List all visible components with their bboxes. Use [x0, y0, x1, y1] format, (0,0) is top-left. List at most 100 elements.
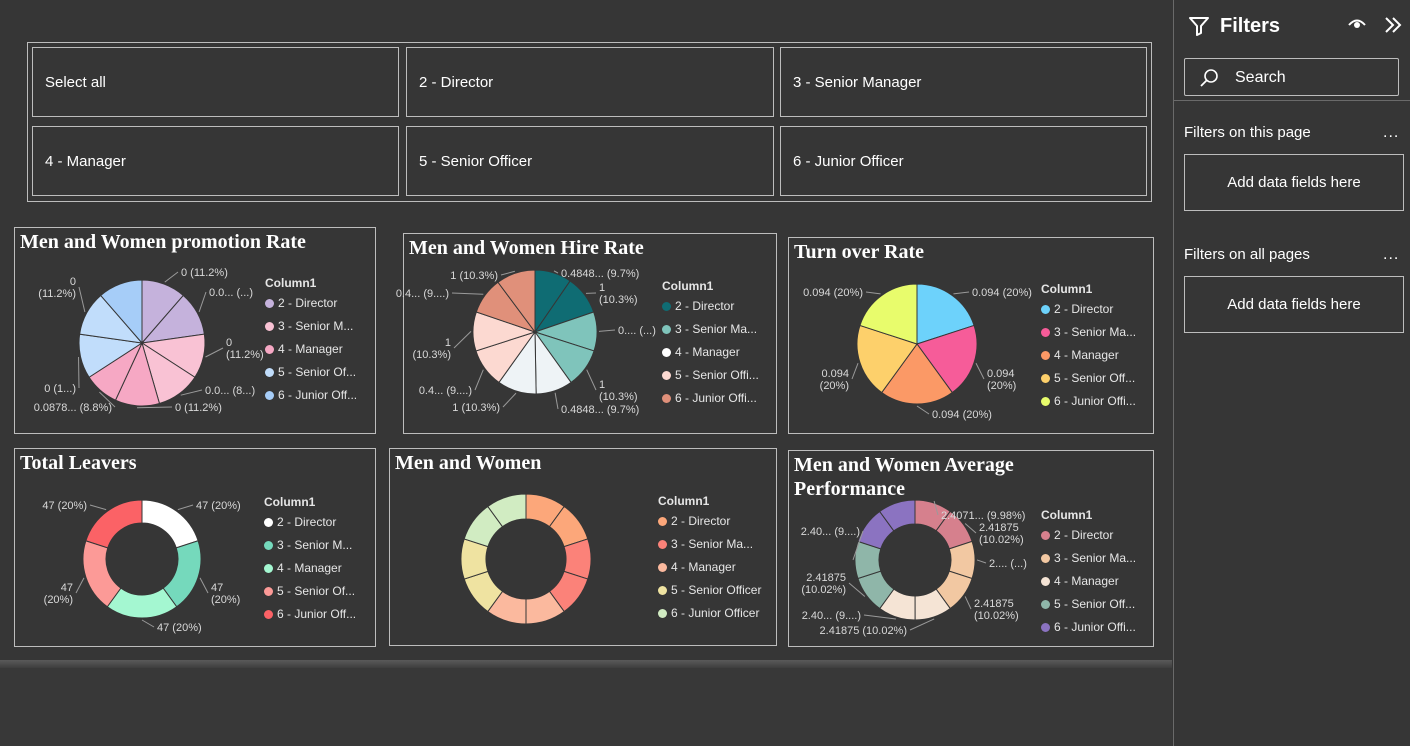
- legend-item[interactable]: 2 - Director: [658, 514, 761, 537]
- label-leader-line: [598, 329, 616, 332]
- legend-item[interactable]: 6 - Junior Off...: [265, 388, 357, 411]
- legend-label: 6 - Junior Officer: [671, 606, 760, 620]
- legend-item[interactable]: 5 - Senior Offi...: [662, 368, 759, 391]
- slicer-item-senior-officer[interactable]: 5 - Senior Officer: [406, 126, 774, 196]
- legend-marker: [1041, 554, 1050, 563]
- label-leader-line: [916, 405, 930, 415]
- slicer-item-director[interactable]: 2 - Director: [406, 47, 774, 117]
- legend-item[interactable]: 6 - Junior Off...: [264, 607, 356, 630]
- legend-label: 2 - Director: [278, 296, 338, 310]
- legend-item[interactable]: 3 - Senior Ma...: [662, 322, 759, 345]
- report-canvas: Select all 2 - Director 3 - Senior Manag…: [0, 0, 1172, 746]
- drop-zone-label: Add data fields here: [1227, 296, 1361, 313]
- legend-marker: [1041, 577, 1050, 586]
- legend-item[interactable]: 2 - Director: [1041, 302, 1136, 325]
- men-and-women-chart[interactable]: Men and Women Column1 2 - Director 3 - Seni…: [389, 448, 777, 646]
- legend-marker: [1041, 351, 1050, 360]
- search-icon: [1200, 69, 1218, 87]
- total-leavers-chart[interactable]: Total Leavers 47 (20%) 47 (20%) 47 (20%) 47 (2…: [14, 448, 376, 647]
- legend-item[interactable]: 3 - Senior M...: [264, 538, 356, 561]
- slicer-item-select-all[interactable]: Select all: [32, 47, 399, 117]
- legend-item[interactable]: 2 - Director: [265, 296, 357, 319]
- legend-item[interactable]: 3 - Senior Ma...: [1041, 551, 1136, 574]
- all-pages-more-button[interactable]: ...: [1383, 246, 1399, 264]
- chart-legend: Column1 2 - Director 3 - Senior Ma... 4 - M…: [1041, 508, 1136, 643]
- filter-funnel-icon: [1189, 17, 1209, 36]
- legend-marker: [658, 540, 667, 549]
- data-label: 1 (10.3%): [450, 270, 498, 282]
- hire-rate-chart[interactable]: Men and Women Hire Rate 0.4848... (9.7%) 1…: [396, 233, 777, 434]
- this-page-drop-zone[interactable]: Add data fields here: [1184, 154, 1404, 211]
- slicer-item-senior-manager[interactable]: 3 - Senior Manager: [780, 47, 1147, 117]
- drop-zone-label: Add data fields here: [1227, 174, 1361, 191]
- data-label: 0.094 (20%): [932, 409, 992, 421]
- chart-legend: Column1 2 - Director 3 - Senior Ma... 4 - M…: [658, 494, 761, 629]
- legend-item[interactable]: 3 - Senior Ma...: [1041, 325, 1136, 348]
- data-label: 0.4848... (9.7%): [561, 268, 639, 280]
- eye-icon[interactable]: [1348, 17, 1366, 31]
- legend-marker: [662, 371, 671, 380]
- slicer-item-junior-officer[interactable]: 6 - Junior Officer: [780, 126, 1147, 196]
- data-label: 2.40... (9....): [802, 610, 861, 622]
- label-leader-line: [909, 618, 935, 631]
- legend-marker: [264, 564, 273, 573]
- legend-item[interactable]: 5 - Senior Of...: [264, 584, 356, 607]
- legend-item[interactable]: 6 - Junior Offi...: [662, 391, 759, 414]
- slicer-item-label: 6 - Junior Officer: [793, 152, 904, 170]
- legend-label: 6 - Junior Offi...: [1054, 394, 1136, 408]
- legend-item[interactable]: 5 - Senior Of...: [265, 365, 357, 388]
- legend-item[interactable]: 4 - Manager: [658, 560, 761, 583]
- legend-item[interactable]: 4 - Manager: [265, 342, 357, 365]
- legend-item[interactable]: 4 - Manager: [264, 561, 356, 584]
- legend-item[interactable]: 5 - Senior Off...: [1041, 371, 1136, 394]
- legend-item[interactable]: 4 - Manager: [662, 345, 759, 368]
- legend-label: 5 - Senior Offi...: [675, 368, 759, 382]
- label-leader-line: [474, 369, 484, 391]
- all-pages-drop-zone[interactable]: Add data fields here: [1184, 276, 1404, 333]
- data-label: (11.2%): [226, 349, 264, 361]
- label-leader-line: [137, 406, 173, 409]
- legend-item[interactable]: 6 - Junior Offi...: [1041, 394, 1136, 417]
- legend-item[interactable]: 5 - Senior Off...: [1041, 597, 1136, 620]
- data-label: 0 (1...): [44, 383, 76, 395]
- data-label: 0.094: [987, 368, 1015, 380]
- data-label: 2.41875: [979, 522, 1019, 534]
- legend-marker: [1041, 531, 1050, 540]
- legend-item[interactable]: 3 - Senior Ma...: [658, 537, 761, 560]
- data-label: 0 (11.2%): [175, 402, 222, 414]
- legend-item[interactable]: 2 - Director: [1041, 528, 1136, 551]
- promotion-rate-chart[interactable]: Men and Women promotion Rate 0 (11.2%) 0.0…: [14, 227, 376, 434]
- turnover-rate-chart[interactable]: Turn over Rate 0.094 (20%) 0.094 (20%) 0.094…: [788, 237, 1154, 434]
- chart-slice[interactable]: [141, 499, 199, 549]
- legend-marker: [265, 345, 274, 354]
- legend-marker: [264, 518, 273, 527]
- slicer-item-manager[interactable]: 4 - Manager: [32, 126, 399, 196]
- data-label: 2.41875: [806, 572, 846, 584]
- label-leader-line: [199, 577, 209, 594]
- data-label: 0.0... (8...): [205, 385, 255, 397]
- filters-search-input[interactable]: Search: [1184, 58, 1399, 96]
- legend-item[interactable]: 4 - Manager: [1041, 574, 1136, 597]
- legend-label: 3 - Senior Ma...: [1054, 551, 1137, 565]
- legend-item[interactable]: 3 - Senior M...: [265, 319, 357, 342]
- legend-item[interactable]: 5 - Senior Officer: [658, 583, 761, 606]
- legend-item[interactable]: 2 - Director: [662, 299, 759, 322]
- legend-item[interactable]: 2 - Director: [264, 515, 356, 538]
- legend-item[interactable]: 6 - Junior Officer: [658, 606, 761, 629]
- legend-marker: [662, 302, 671, 311]
- label-leader-line: [964, 596, 972, 610]
- average-performance-chart[interactable]: Men and Women Average Performance 2.4071.…: [788, 450, 1154, 647]
- legend-marker: [265, 299, 274, 308]
- legend-label: 3 - Senior Ma...: [671, 537, 754, 551]
- data-label: 1 (10.3%): [452, 402, 500, 414]
- label-leader-line: [865, 291, 881, 295]
- collapse-pane-icon[interactable]: [1384, 16, 1402, 34]
- this-page-more-button[interactable]: ...: [1383, 124, 1399, 142]
- legend-label: 4 - Manager: [278, 342, 343, 356]
- chart-slice[interactable]: [85, 499, 143, 549]
- legend-item[interactable]: 6 - Junior Offi...: [1041, 620, 1136, 643]
- legend-marker: [658, 563, 667, 572]
- data-label: (10.3%): [412, 349, 451, 361]
- legend-item[interactable]: 4 - Manager: [1041, 348, 1136, 371]
- data-label: 2.... (...): [989, 558, 1027, 570]
